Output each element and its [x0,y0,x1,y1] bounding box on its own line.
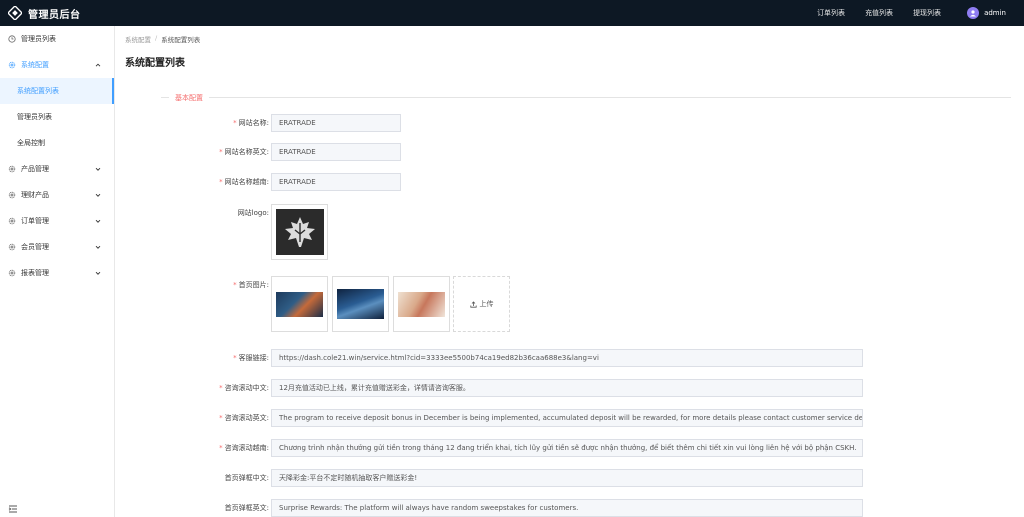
breadcrumb: 系统配置 / 系统配置列表 [125,34,200,44]
sidebar-item-admin-list-sub[interactable]: 管理员列表 [0,104,114,130]
sidebar-item-report-management[interactable]: 报表管理 [0,260,114,286]
scroll-vi-field[interactable]: Chương trình nhận thưởng gửi tiền trong … [271,439,863,457]
topnav-recharge[interactable]: 充值列表 [865,8,893,18]
sidebar-item-admin-list[interactable]: 管理员列表 [0,26,114,52]
required-mark: * [219,148,223,156]
required-mark: * [233,354,237,362]
chevron-down-icon [95,271,101,275]
sidebar-item-label: 管理员列表 [21,35,56,43]
username: admin [984,9,1006,17]
gear-icon [8,61,16,69]
scroll-vi-label: * 咨询滚动越南: [169,439,269,457]
gear-icon [8,269,16,277]
gear-icon [8,243,16,251]
banner-zh-field[interactable]: 天降彩金:平台不定时随机抽取客户赠送彩金! [271,469,863,487]
label-text: 咨询滚动越南: [224,444,269,452]
label-text: 网站名称英文: [224,148,269,156]
site-logo-upload[interactable] [271,204,328,260]
site-name-field[interactable]: ERATRADE [271,114,401,132]
site-name-label: * 网站名称: [169,114,269,132]
service-link-label: * 客服链接: [169,349,269,367]
site-name-en-field[interactable]: ERATRADE [271,143,401,161]
chevron-up-icon [95,63,101,67]
gear-icon [8,191,16,199]
home-image-3[interactable] [393,276,450,332]
avatar [967,7,980,19]
scroll-zh-field[interactable]: 12月充值活动已上线，累计充值赠送彩金，详情请咨询客服。 [271,379,863,397]
breadcrumb-parent[interactable]: 系统配置 [125,34,151,44]
section-title: 基本配置 [169,93,209,103]
page-title: 系统配置列表 [125,58,185,69]
sidebar-item-label: 产品管理 [21,165,49,173]
upload-label: 上传 [479,300,494,308]
app-title: 管理员后台 [28,9,81,21]
home-image-3-picture [398,291,445,317]
sidebar-item-label: 系统配置 [21,61,49,69]
logo-icon [8,6,22,20]
home-image-1[interactable] [271,276,328,332]
sidebar: 管理员列表 系统配置 系统配置列表 管理员列表 全局控制 产品管理 理财产品 订… [0,26,115,517]
collapse-sidebar-icon[interactable] [8,505,18,513]
sidebar-item-system-config[interactable]: 系统配置 [0,52,114,78]
top-bar: 管理员后台 订单列表 充值列表 提现列表 admin [0,0,1024,26]
sidebar-item-wealth-products[interactable]: 理财产品 [0,182,114,208]
label-text: 网站名称: [238,119,269,127]
chevron-down-icon [95,245,101,249]
chevron-down-icon [95,167,101,171]
label-text: 首页图片: [238,281,269,289]
banner-en-label: 首页弹框英文: [224,504,269,512]
breadcrumb-current: 系统配置列表 [161,36,201,44]
required-mark: * [219,414,223,422]
scroll-en-field[interactable]: The program to receive deposit bonus in … [271,409,863,427]
gear-icon [8,217,16,225]
topnav-orders[interactable]: 订单列表 [817,8,845,18]
required-mark: * [219,178,223,186]
clock-icon [8,35,16,43]
upload-button[interactable]: 上传 [453,276,510,332]
section-divider [161,97,1011,98]
site-logo-image [275,209,324,255]
service-link-field[interactable]: https://dash.cole21.win/service.html?cid… [271,349,863,367]
brand[interactable]: 管理员后台 [0,6,81,21]
site-name-en-label: * 网站名称英文: [169,143,269,161]
home-image-2-picture [337,289,384,319]
site-logo-label: 网站logo: [237,209,269,217]
topnav-withdraw[interactable]: 提现列表 [913,8,941,18]
label-text: 咨询滚动英文: [224,414,269,422]
site-name-vi-field[interactable]: ERATRADE [271,173,401,191]
banner-en-field[interactable]: Surprise Rewards: The platform will alwa… [271,499,863,517]
required-mark: * [233,281,237,289]
scroll-zh-label: * 咨询滚动中文: [169,379,269,397]
sidebar-item-label: 会员管理 [21,243,49,251]
required-mark: * [219,384,223,392]
banner-zh-label: 首页弹框中文: [224,474,269,482]
label-text: 网站名称越南: [224,178,269,186]
scroll-en-label: * 咨询滚动英文: [169,409,269,427]
sidebar-item-global-control[interactable]: 全局控制 [0,130,114,156]
gear-icon [8,165,16,173]
main-content: 系统配置 / 系统配置列表 系统配置列表 基本配置 * 网站名称: ERATRAD… [115,26,1024,517]
required-mark: * [233,119,237,127]
sidebar-item-label: 报表管理 [21,269,49,277]
sidebar-item-label: 理财产品 [21,191,49,199]
home-image-2[interactable] [332,276,389,332]
user-menu[interactable]: admin [967,7,1006,19]
chevron-down-icon [95,193,101,197]
home-images-label: * 首页图片: [169,276,269,294]
site-name-vi-label: * 网站名称越南: [169,173,269,191]
top-nav: 订单列表 充值列表 提现列表 admin [817,0,1024,26]
sidebar-item-label: 订单管理 [21,217,49,225]
label-text: 客服链接: [238,354,269,362]
sidebar-item-order-management[interactable]: 订单管理 [0,208,114,234]
sidebar-item-member-management[interactable]: 会员管理 [0,234,114,260]
sidebar-item-system-config-list[interactable]: 系统配置列表 [0,78,114,104]
home-image-1-picture [276,291,323,317]
breadcrumb-separator: / [155,34,158,42]
label-text: 咨询滚动中文: [224,384,269,392]
sidebar-item-product-management[interactable]: 产品管理 [0,156,114,182]
chevron-down-icon [95,219,101,223]
required-mark: * [219,444,223,452]
upload-icon [469,300,477,308]
